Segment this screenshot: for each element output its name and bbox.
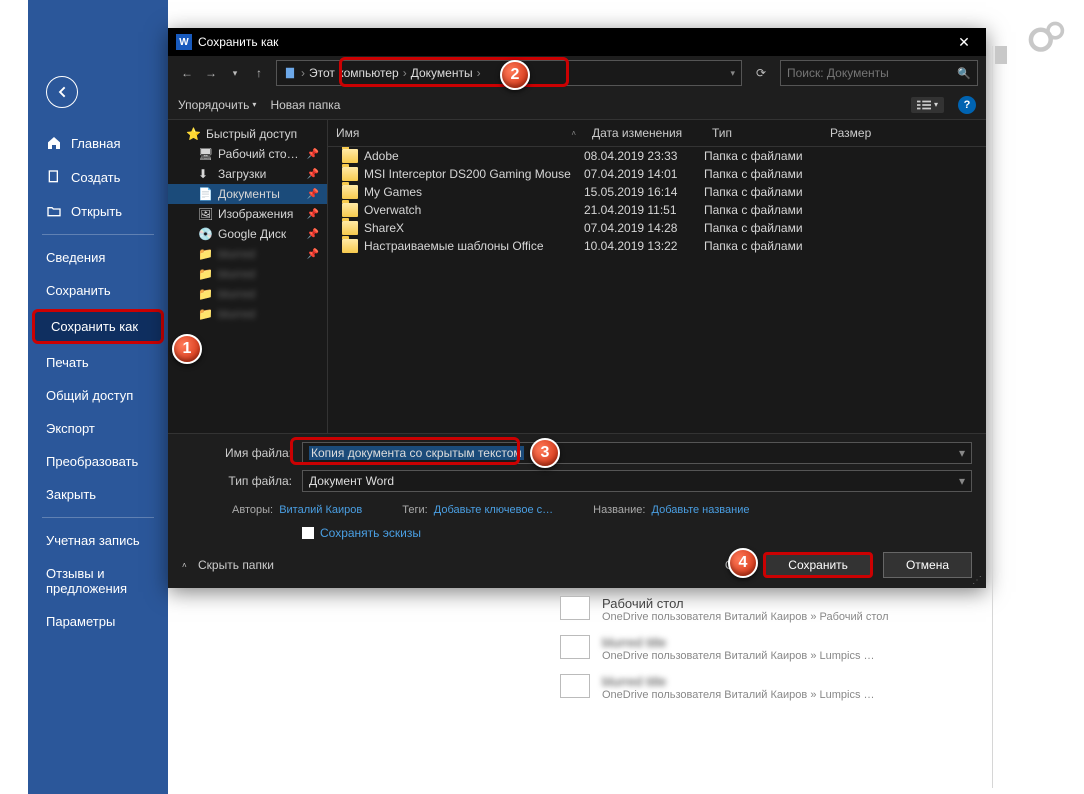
tree-node[interactable]: 🖥Рабочий сто…📌 xyxy=(168,144,327,164)
filename-input[interactable]: Копия документа со скрытым текстом▾ xyxy=(302,442,972,464)
nav-label: Сохранить как xyxy=(51,319,138,334)
tree-node[interactable]: 🖼Изображения📌 xyxy=(168,204,327,224)
back-button[interactable] xyxy=(46,76,78,108)
nav-label: Открыть xyxy=(71,204,122,219)
tree-node[interactable]: ⬇Загрузки📌 xyxy=(168,164,327,184)
nav-open[interactable]: Открыть xyxy=(28,194,168,228)
authors-link[interactable]: Виталий Каиров xyxy=(279,504,362,516)
toolbar: Упорядочить ▾ Новая папка ▾ ? xyxy=(168,90,986,120)
list-item[interactable]: My Games15.05.2019 16:14Папка с файлами xyxy=(328,183,986,201)
thumbnail-checkbox[interactable] xyxy=(302,527,314,539)
save-as-dialog: W Сохранить как ✕ ← → ▾ ↑ › Этот компьют… xyxy=(168,28,986,588)
nav-recent-icon[interactable]: ▾ xyxy=(224,62,246,84)
titlebar: W Сохранить как ✕ xyxy=(168,28,986,56)
search-icon[interactable]: 🔍 xyxy=(957,67,971,80)
nav-save-as[interactable]: Сохранить как xyxy=(32,309,164,344)
nav-label: Главная xyxy=(71,136,120,151)
tags-link[interactable]: Добавьте ключевое с… xyxy=(434,504,553,516)
tree-node[interactable]: 📁blurred📌 xyxy=(168,244,327,264)
search-box[interactable]: 🔍 xyxy=(780,60,978,86)
view-button[interactable]: ▾ xyxy=(911,97,944,113)
tree-node[interactable]: 💿Google Диск📌 xyxy=(168,224,327,244)
address-row: ← → ▾ ↑ › Этот компьютер › Документы › ▾… xyxy=(168,56,986,90)
close-icon[interactable]: ✕ xyxy=(950,34,978,51)
col-name[interactable]: Имя˄ xyxy=(328,124,584,142)
nav-up-icon[interactable]: ↑ xyxy=(248,62,270,84)
nav-close[interactable]: Закрыть xyxy=(28,478,168,511)
list-item[interactable]: Overwatch21.04.2019 11:51Папка с файлами xyxy=(328,201,986,219)
tree-node[interactable]: 📁blurred xyxy=(168,304,327,324)
list-item[interactable]: Настраиваемые шаблоны Office10.04.2019 1… xyxy=(328,237,986,255)
gear-icon xyxy=(1026,18,1070,54)
breadcrumb-docs[interactable]: Документы xyxy=(411,66,473,80)
background-results: Рабочий столOneDrive пользователя Витали… xyxy=(560,590,978,707)
title-link[interactable]: Добавьте название xyxy=(652,504,750,516)
search-input[interactable] xyxy=(787,66,951,80)
marker-1: 1 xyxy=(172,334,202,364)
nav-back-icon[interactable]: ← xyxy=(176,62,198,84)
nav-account[interactable]: Учетная запись xyxy=(28,524,168,557)
nav-share[interactable]: Общий доступ xyxy=(28,379,168,412)
tree-node[interactable]: 📁blurred xyxy=(168,264,327,284)
nav-new[interactable]: Создать xyxy=(28,160,168,194)
word-backstage-sidebar: Главная Создать Открыть Сведения Сохрани… xyxy=(28,0,168,794)
tree-node[interactable]: 📁blurred xyxy=(168,284,327,304)
bg-item[interactable]: blurred titleOneDrive пользователя Витал… xyxy=(560,629,978,668)
resize-grip-icon[interactable]: ⋰ xyxy=(972,575,982,586)
folder-tree: ⭐Быстрый доступ🖥Рабочий сто…📌⬇Загрузки📌📄… xyxy=(168,120,328,433)
word-icon: W xyxy=(176,34,192,50)
nav-home[interactable]: Главная xyxy=(28,126,168,160)
cancel-button[interactable]: Отмена xyxy=(883,552,972,578)
nav-save[interactable]: Сохранить xyxy=(28,274,168,307)
tree-node[interactable]: 📄Документы📌 xyxy=(168,184,327,204)
save-button[interactable]: Сохранить xyxy=(763,552,873,578)
filetype-label: Тип файла: xyxy=(182,474,292,488)
col-size[interactable]: Размер xyxy=(822,124,892,142)
marker-4: 4 xyxy=(728,548,758,578)
nav-transform[interactable]: Преобразовать xyxy=(28,445,168,478)
marker-2: 2 xyxy=(500,60,530,90)
nav-info[interactable]: Сведения xyxy=(28,241,168,274)
thumbnail-label: Сохранять эскизы xyxy=(320,526,421,540)
scrollbar[interactable] xyxy=(995,46,1007,64)
nav-feedback[interactable]: Отзывы и предложения xyxy=(28,557,168,605)
refresh-icon[interactable]: ⟳ xyxy=(748,60,774,86)
nav-options[interactable]: Параметры xyxy=(28,605,168,638)
bg-item[interactable]: blurred titleOneDrive пользователя Витал… xyxy=(560,668,978,707)
bottom-panel: Имя файла: Копия документа со скрытым те… xyxy=(168,433,986,588)
col-type[interactable]: Тип xyxy=(704,124,822,142)
nav-fwd-icon[interactable]: → xyxy=(200,62,222,84)
help-icon[interactable]: ? xyxy=(958,96,976,114)
list-item[interactable]: Adobe08.04.2019 23:33Папка с файлами xyxy=(328,147,986,165)
nav-label: Создать xyxy=(71,170,120,185)
chevron-down-icon[interactable]: ▾ xyxy=(730,68,735,79)
filetype-select[interactable]: Документ Word▾ xyxy=(302,470,972,492)
file-list: Имя˄ Дата изменения Тип Размер Adobe08.0… xyxy=(328,120,986,433)
filename-label: Имя файла: xyxy=(182,446,292,460)
nav-print[interactable]: Печать xyxy=(28,346,168,379)
organize-button[interactable]: Упорядочить ▾ xyxy=(178,98,256,112)
dialog-title: Сохранить как xyxy=(198,35,944,49)
nav-export[interactable]: Экспорт xyxy=(28,412,168,445)
col-date[interactable]: Дата изменения xyxy=(584,124,704,142)
marker-3: 3 xyxy=(530,438,560,468)
breadcrumb-pc[interactable]: Этот компьютер xyxy=(309,66,399,80)
hide-folders-button[interactable]: ˄ Скрыть папки xyxy=(182,558,274,572)
tree-node[interactable]: ⭐Быстрый доступ xyxy=(168,124,327,144)
bg-item[interactable]: Рабочий столOneDrive пользователя Витали… xyxy=(560,590,978,629)
doc-icon xyxy=(283,66,297,80)
new-folder-button[interactable]: Новая папка xyxy=(270,98,340,112)
list-item[interactable]: ShareX07.04.2019 14:28Папка с файлами xyxy=(328,219,986,237)
list-item[interactable]: MSI Interceptor DS200 Gaming Mouse07.04.… xyxy=(328,165,986,183)
